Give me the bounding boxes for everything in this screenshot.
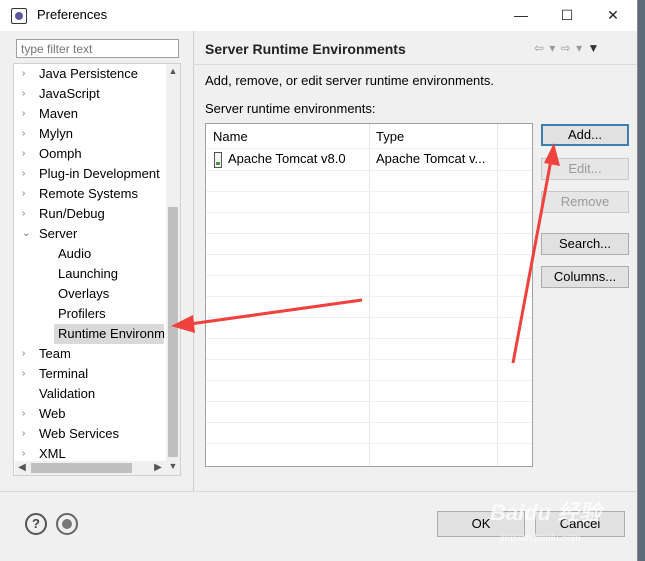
tree-item-label: Mylyn	[39, 126, 73, 141]
tree-item-label: Remote Systems	[39, 186, 138, 201]
expand-arrow-icon[interactable]: ›	[22, 64, 32, 84]
scrollbar-thumb[interactable]	[31, 463, 132, 473]
expand-arrow-icon[interactable]: ›	[22, 364, 32, 384]
tree-item-label: JavaScript	[39, 86, 100, 101]
row-divider	[206, 401, 532, 402]
watermark-url: jingyan.baidu.com	[500, 533, 581, 544]
tree-item-label: Runtime Environm	[58, 326, 165, 341]
tree-item-label: Profilers	[58, 306, 106, 321]
columns-button[interactable]: Columns...	[541, 266, 629, 288]
scroll-left-arrow-icon[interactable]: ◀	[15, 461, 29, 475]
runtime-table[interactable]: Name Type Apache Tomcat v8.0 Apache Tomc…	[205, 123, 533, 467]
page-description: Add, remove, or edit server runtime envi…	[205, 73, 495, 88]
tree-horizontal-scrollbar[interactable]: ◀ ▶	[15, 461, 166, 475]
scrollbar-thumb[interactable]	[168, 207, 178, 457]
eclipse-app-icon	[11, 8, 27, 24]
row-divider	[206, 233, 532, 234]
tree-vertical-scrollbar[interactable]: ▲ ▼	[166, 64, 180, 475]
runtime-list-label: Server runtime environments:	[205, 101, 376, 116]
runtime-type-cell[interactable]: Apache Tomcat v...	[376, 149, 494, 169]
tree-item-label: Audio	[58, 246, 92, 261]
expand-arrow-icon[interactable]: ›	[22, 84, 32, 104]
minimize-button[interactable]: —	[498, 0, 544, 31]
runtime-name-cell[interactable]: Apache Tomcat v8.0	[228, 149, 368, 169]
view-menu-icon[interactable]: ▼	[588, 41, 601, 55]
row-divider	[206, 317, 532, 318]
row-divider	[206, 170, 532, 171]
tree-item-label: Web Services	[39, 426, 119, 441]
row-divider	[206, 275, 532, 276]
tree-item-label: Team	[39, 346, 71, 361]
tree-item-label: Web	[39, 406, 66, 421]
tree-item-label: Plug-in Development	[39, 166, 160, 181]
search-button[interactable]: Search...	[541, 233, 629, 255]
preference-tree: › Java Persistence › JavaScript › Maven › My…	[13, 63, 181, 476]
scroll-down-arrow-icon[interactable]: ▼	[166, 459, 180, 473]
back-arrow-icon[interactable]: ⇦ ▾	[534, 41, 556, 55]
tree-item-label: Maven	[39, 106, 79, 121]
expand-arrow-icon[interactable]: ›	[22, 424, 32, 444]
background-desktop	[638, 0, 645, 561]
window-title: Preferences	[37, 7, 108, 22]
row-divider	[206, 422, 532, 423]
title-bar: Preferences — ☐ ✕	[0, 0, 637, 31]
tree-item-label: Overlays	[58, 286, 110, 301]
page-title: Server Runtime Environments	[205, 41, 406, 57]
tree-item-label: Server	[39, 226, 78, 241]
column-header-type[interactable]: Type	[369, 126, 404, 148]
scroll-up-arrow-icon[interactable]: ▲	[166, 64, 180, 78]
remove-button[interactable]: Remove	[541, 191, 629, 213]
tree-item-label: Launching	[58, 266, 118, 281]
close-button[interactable]: ✕	[590, 0, 636, 31]
tree-item-label: Terminal	[39, 366, 89, 381]
footer-divider	[0, 491, 637, 492]
column-header-name[interactable]: Name	[206, 126, 248, 148]
tree-item-runtime-environments[interactable]: Runtime Environm	[54, 324, 165, 344]
tree-item-label: Oomph	[39, 146, 82, 161]
tree-item-label: Run/Debug	[39, 206, 105, 221]
row-divider	[206, 254, 532, 255]
expand-arrow-icon[interactable]: ›	[22, 144, 32, 164]
expand-arrow-icon[interactable]: ›	[22, 404, 32, 424]
add-button[interactable]: Add...	[541, 124, 629, 146]
scroll-right-arrow-icon[interactable]: ▶	[151, 461, 165, 475]
record-icon[interactable]	[56, 513, 78, 535]
preferences-dialog: Preferences — ☐ ✕ › Java Persistence › Jav…	[0, 0, 638, 561]
page-navigation: ⇦ ▾ ⇨ ▾ ▼	[534, 41, 600, 55]
row-divider	[206, 338, 532, 339]
divider	[194, 64, 637, 65]
row-divider	[206, 212, 532, 213]
row-divider	[206, 380, 532, 381]
filter-input[interactable]	[16, 39, 179, 58]
edit-button[interactable]: Edit...	[541, 158, 629, 180]
preference-page: Server Runtime Environments ⇦ ▾ ⇨ ▾ ▼ Ad…	[194, 31, 637, 491]
collapse-arrow-icon[interactable]: ⌄	[22, 224, 32, 244]
tree-item-label: Java Persistence	[39, 66, 138, 81]
expand-arrow-icon[interactable]: ›	[22, 344, 32, 364]
row-divider	[206, 359, 532, 360]
help-icon[interactable]: ?	[25, 513, 47, 535]
forward-arrow-icon[interactable]: ⇨ ▾	[561, 41, 583, 55]
tomcat-server-icon	[214, 152, 222, 168]
row-divider	[206, 191, 532, 192]
row-divider	[206, 296, 532, 297]
maximize-button[interactable]: ☐	[544, 0, 590, 31]
watermark-logo: Baidu 经验	[490, 500, 602, 525]
tree-item-label: Validation	[39, 386, 96, 401]
expand-arrow-icon[interactable]: ›	[22, 164, 32, 184]
expand-arrow-icon[interactable]: ›	[22, 104, 32, 124]
row-divider	[206, 443, 532, 444]
expand-arrow-icon[interactable]: ›	[22, 124, 32, 144]
expand-arrow-icon[interactable]: ›	[22, 184, 32, 204]
expand-arrow-icon[interactable]: ›	[22, 204, 32, 224]
